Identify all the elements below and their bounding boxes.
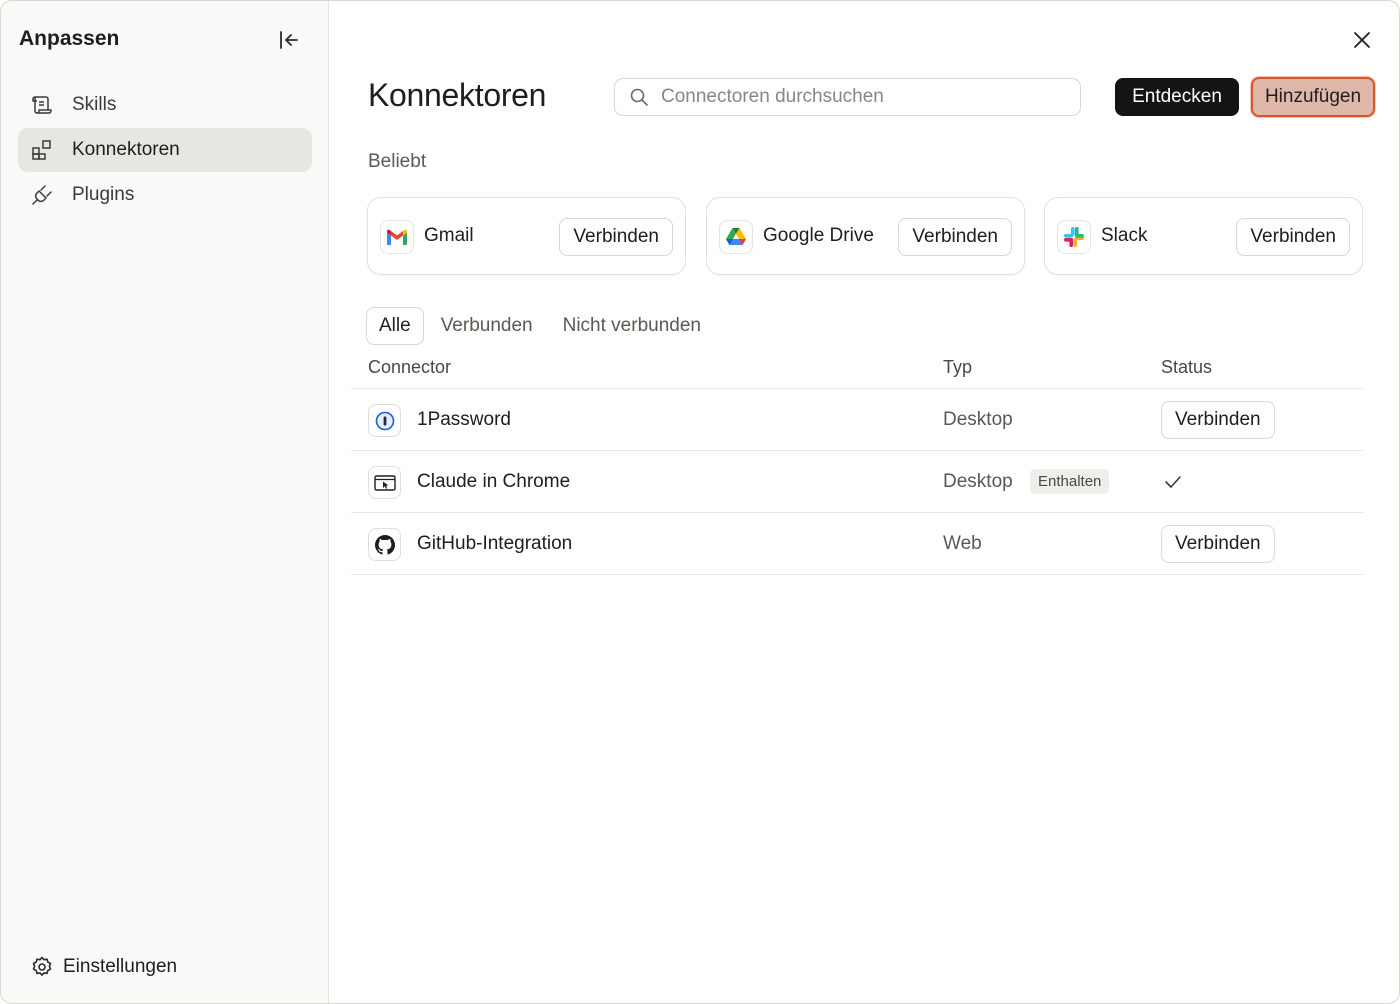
popular-card-name: Google Drive (763, 225, 874, 246)
sidebar-item-label: Plugins (72, 184, 135, 205)
github-icon (368, 528, 401, 561)
column-header-status: Status (1161, 357, 1213, 377)
connect-google-drive-button[interactable]: Verbinden (898, 218, 1012, 256)
sidebar-title: Anpassen (19, 27, 120, 50)
sidebar-item-konnektoren[interactable]: Konnektoren (18, 128, 312, 172)
connect-github-button[interactable]: Verbinden (1161, 525, 1275, 563)
connector-name: GitHub-Integration (417, 533, 573, 554)
discover-button[interactable]: Entdecken (1115, 78, 1239, 116)
connector-type: Desktop (943, 471, 1013, 492)
google-drive-icon (719, 220, 753, 254)
chrome-extension-icon (368, 466, 401, 499)
connectors-icon (30, 138, 54, 162)
search-icon (629, 87, 649, 107)
connect-gmail-button[interactable]: Verbinden (559, 218, 673, 256)
search-input[interactable] (661, 86, 1061, 108)
add-button[interactable]: Hinzufügen (1251, 77, 1375, 117)
settings-label: Einstellungen (63, 956, 178, 977)
connector-name: 1Password (417, 409, 511, 430)
customize-window: Anpassen Skills Konnektoren Plugins Eins… (0, 0, 1400, 1004)
table-row: GitHub-Integration Web Verbinden (351, 513, 1364, 575)
connector-name: Claude in Chrome (417, 471, 571, 492)
popular-card-gmail: Gmail Verbinden (367, 197, 686, 275)
sidebar-item-label: Skills (72, 94, 117, 115)
collapse-sidebar-icon (280, 31, 298, 49)
popular-card-name: Slack (1101, 225, 1148, 246)
popular-section-label: Beliebt (368, 151, 427, 172)
connect-1password-button[interactable]: Verbinden (1161, 401, 1275, 439)
filter-tabs: Alle Verbunden Nicht verbunden (366, 307, 718, 345)
close-button[interactable] (1345, 23, 1379, 57)
tab-nicht-verbunden[interactable]: Nicht verbunden (550, 307, 714, 345)
table-row: 1Password Desktop Verbinden (351, 389, 1364, 451)
plug-icon (30, 183, 54, 207)
connectors-table: Connector Typ Status 1Password Desktop V… (351, 345, 1364, 575)
slack-icon (1057, 220, 1091, 254)
tab-verbunden[interactable]: Verbunden (428, 307, 546, 345)
checkmark-icon (1163, 472, 1183, 492)
connector-type: Desktop (943, 409, 1013, 430)
sidebar-item-skills[interactable]: Skills (18, 83, 312, 127)
popular-card-name: Gmail (424, 225, 474, 246)
included-badge: Enthalten (1030, 469, 1110, 494)
popular-card-slack: Slack Verbinden (1044, 197, 1363, 275)
table-row: Claude in Chrome Desktop Enthalten (351, 451, 1364, 513)
sidebar-item-plugins[interactable]: Plugins (18, 173, 312, 217)
connect-slack-button[interactable]: Verbinden (1236, 218, 1350, 256)
collapse-sidebar-button[interactable] (273, 25, 305, 55)
scroll-icon (30, 93, 54, 117)
page-title: Konnektoren (368, 77, 547, 113)
tab-alle[interactable]: Alle (366, 307, 424, 345)
gmail-icon (380, 220, 414, 254)
gear-icon (29, 954, 55, 980)
popular-card-google-drive: Google Drive Verbinden (706, 197, 1025, 275)
close-icon (1354, 32, 1370, 48)
onepassword-icon (368, 404, 401, 437)
column-header-connector: Connector (368, 357, 452, 377)
sidebar-nav: Skills Konnektoren Plugins (18, 83, 312, 218)
search-box[interactable] (614, 78, 1081, 116)
sidebar-item-label: Konnektoren (72, 139, 180, 160)
sidebar: Anpassen Skills Konnektoren Plugins Eins… (1, 1, 329, 1003)
connector-type: Web (943, 533, 982, 554)
table-header: Connector Typ Status (351, 345, 1364, 389)
column-header-type: Typ (943, 357, 973, 377)
settings-button[interactable]: Einstellungen (29, 951, 177, 983)
